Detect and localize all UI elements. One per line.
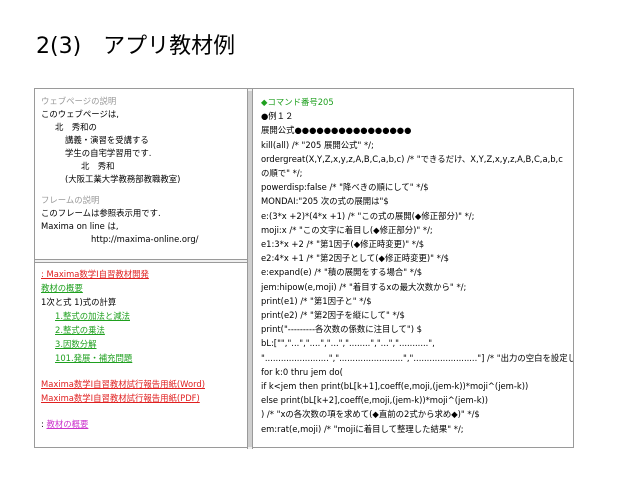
overview-line: : 教材の概要 bbox=[41, 417, 243, 431]
nav-link-development[interactable]: : Maxima数学Ⅰ自習教材開発 bbox=[41, 267, 243, 281]
code-line: 展開公式●●●●●●●●●●●●●●●● bbox=[261, 125, 412, 136]
code-line: e1:3*x +2 /* "第1因子(◆修正時変更)" */$ bbox=[261, 239, 425, 250]
nav-link-addition[interactable]: 1.整式の加法と減法 bbox=[41, 309, 243, 323]
code-line: e:expand(e) /* "積の展開をする場合" */$ bbox=[261, 267, 423, 278]
code-line: for k:0 thru jem do( bbox=[261, 366, 343, 377]
desc-line: Maxima on line は, bbox=[41, 221, 119, 231]
code-line: em:rat(e,moji) /* "mojiに着目して整理した結果" */; bbox=[261, 423, 464, 434]
code-line: kill(all) /* "205 展開公式" */; bbox=[261, 139, 374, 150]
code-line: e2:4*x +1 /* "第2因子として(◆修正時変更)" */$ bbox=[261, 253, 449, 264]
nav-link-overview[interactable]: 教材の概要 bbox=[41, 281, 243, 295]
frame-description-heading: フレームの説明 bbox=[41, 195, 100, 205]
nav-link-advanced[interactable]: 101.発展・補充問題 bbox=[41, 351, 243, 365]
code-line: の順で" */; bbox=[261, 168, 303, 179]
code-line: ●例１２ bbox=[261, 111, 294, 122]
code-line: print(e2) /* "第2因子を縦にして" */$ bbox=[261, 310, 405, 321]
browser-frameset: ウェブページの説明 このウェブページは, 北 秀和の 講義・演習を受講する 学生… bbox=[34, 88, 574, 449]
code-line: else print(bL[k+2],coeff(e,moji,(jem-k))… bbox=[261, 395, 489, 406]
report-form-word-link[interactable]: Maxima数学Ⅰ自習教材試行報告用紙(Word) bbox=[41, 377, 243, 391]
code-line: e:(3*x +2)*(4*x +1) /* "この式の展開(◆修正部分)" *… bbox=[261, 210, 475, 221]
development-link-text[interactable]: : Maxima数学Ⅰ自習教材開発 bbox=[41, 269, 149, 279]
desc-line: 北 秀和 bbox=[81, 161, 115, 171]
desc-line: 北 秀和の bbox=[55, 122, 97, 132]
maxima-online-url: http://maxima-online.org/ bbox=[91, 234, 199, 244]
desc-line: このフレームは参照表示用です. bbox=[41, 208, 161, 218]
desc-line: このウェブページは, bbox=[41, 109, 119, 119]
code-line: "........................","............… bbox=[261, 352, 573, 363]
code-line: powerdisp:false /* "降べきの順にして" */$ bbox=[261, 182, 429, 193]
desc-line: (大阪工業大学教務部教職教室) bbox=[65, 174, 181, 184]
nav-link-factoring[interactable]: 3.因数分解 bbox=[41, 337, 243, 351]
overview-link[interactable]: 教材の概要 bbox=[46, 419, 88, 429]
code-line: bL:["","...","....","...","........","..… bbox=[261, 338, 435, 349]
code-pane[interactable]: ◆コマンド番号205 ●例１２ 展開公式●●●●●●●●●●●●●●●● kil… bbox=[255, 89, 573, 449]
navigation-pane[interactable]: : Maxima数学Ⅰ自習教材開発 教材の概要 1次と式 1)式の計算 1.整式… bbox=[35, 263, 247, 449]
code-line: print("---------各次数の係数に注目して") $ bbox=[261, 324, 422, 335]
slide-title: 2(3) アプリ教材例 bbox=[36, 34, 236, 59]
code-line: MONDAI:"205 次の式の展開は"$ bbox=[261, 196, 389, 207]
code-line: moji:x /* "この文字に着目し(◆修正部分)" */; bbox=[261, 224, 433, 235]
scroll-thumb[interactable] bbox=[248, 91, 252, 447]
desc-line: 講義・演習を受講する bbox=[65, 135, 149, 145]
command-number-heading: ◆コマンド番号205 bbox=[261, 97, 334, 107]
code-line: jem:hipow(e,moji) /* "着目するxの最大次数から" */; bbox=[261, 281, 467, 292]
scrollbar[interactable] bbox=[247, 89, 253, 449]
desc-line: 学生の自宅学習用です. bbox=[65, 148, 152, 158]
code-line: print(e1) /* "第1因子と" */$ bbox=[261, 295, 372, 306]
nav-link-multiplication[interactable]: 2.整式の乗法 bbox=[41, 323, 243, 337]
code-line: ordergreat(X,Y,Z,x,y,z,A,B,C,a,b,c) /* "… bbox=[261, 153, 563, 164]
code-line: ) /* "xの各次数の項を求めて(◆直前の2式から求め◆)" */$ bbox=[261, 409, 480, 420]
report-form-pdf-link[interactable]: Maxima数学Ⅰ自習教材試行報告用紙(PDF) bbox=[41, 391, 243, 405]
code-line: if k<jem then print(bL[k+1],coeff(e,moji… bbox=[261, 381, 529, 392]
webpage-description-heading: ウェブページの説明 bbox=[41, 96, 117, 106]
description-pane[interactable]: ウェブページの説明 このウェブページは, 北 秀和の 講義・演習を受講する 学生… bbox=[35, 89, 247, 259]
topic-heading: 1次と式 1)式の計算 bbox=[41, 297, 117, 307]
